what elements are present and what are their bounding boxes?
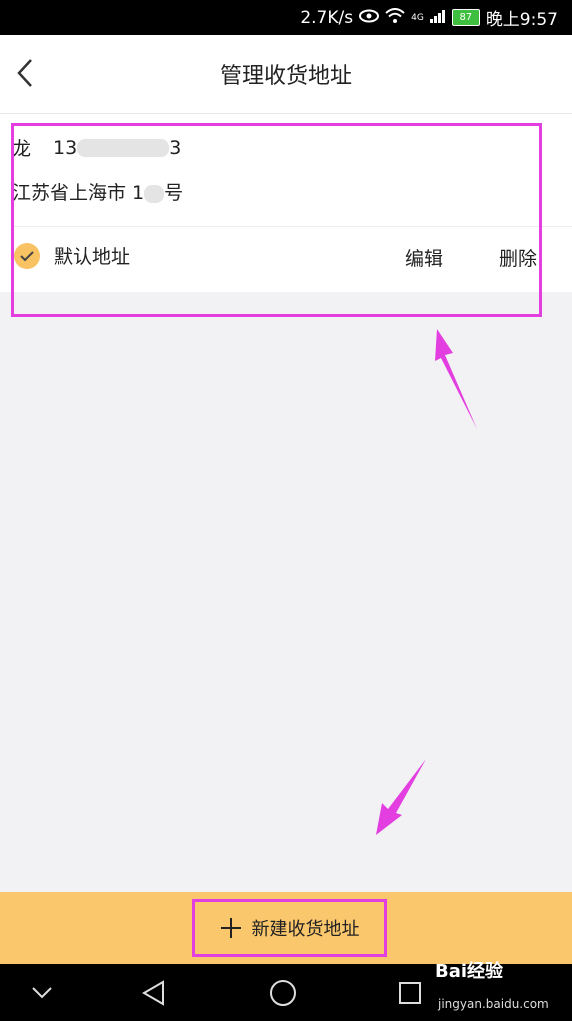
redaction-blur: [77, 139, 170, 157]
contact-line: 龙 13 3: [12, 134, 181, 161]
recipient-name: 龙: [12, 138, 32, 160]
watermark-logo: Bai经验: [435, 961, 504, 982]
recipient-phone: 13 3: [53, 136, 182, 159]
default-address-label: 默认地址: [54, 246, 131, 268]
back-button[interactable]: [8, 53, 42, 93]
header: 管理收货地址: [0, 35, 572, 114]
network-speed: 2.7K/s: [300, 7, 354, 28]
edit-button[interactable]: 编辑: [405, 244, 443, 271]
nav-hide-button[interactable]: [12, 964, 72, 1021]
circle-home-icon: [270, 979, 296, 1006]
clock: 晚上9:57: [485, 10, 558, 30]
address-card[interactable]: 龙 13 3 江苏省上海市 1号 默认地址 编辑 删除: [0, 114, 572, 292]
annotation-arrow-down: [376, 759, 426, 835]
nav-home-button[interactable]: [253, 964, 313, 1021]
nav-recents-button[interactable]: [380, 964, 440, 1021]
page-title: 管理收货地址: [219, 64, 352, 89]
check-icon: [14, 242, 40, 269]
signal-icon: [429, 8, 446, 28]
divider: [12, 226, 572, 227]
new-address-button[interactable]: 新建收货地址: [192, 899, 387, 957]
redaction-blur: [144, 184, 165, 203]
status-bar: 2.7K/s 4G 87 晚上9:57: [0, 0, 572, 35]
square-recents-icon: [399, 981, 421, 1004]
wifi-icon: [385, 7, 405, 28]
chevron-left-icon: [17, 59, 32, 87]
new-address-label: 新建收货地址: [251, 919, 360, 940]
plus-icon: [220, 918, 241, 938]
triangle-back-icon: [142, 979, 164, 1006]
address-text: 江苏省上海市 1号: [12, 182, 184, 204]
annotation-arrow-up: [435, 329, 477, 429]
network-type: 4G: [411, 12, 424, 23]
nav-back-button[interactable]: [124, 964, 184, 1021]
battery-icon: 87: [451, 9, 480, 26]
eye-icon: [359, 8, 380, 27]
default-address-toggle[interactable]: 默认地址: [14, 242, 130, 269]
chevron-down-icon: [32, 986, 52, 998]
delete-button[interactable]: 删除: [499, 244, 537, 271]
watermark-url: jingyan.baidu.com: [438, 997, 549, 1011]
